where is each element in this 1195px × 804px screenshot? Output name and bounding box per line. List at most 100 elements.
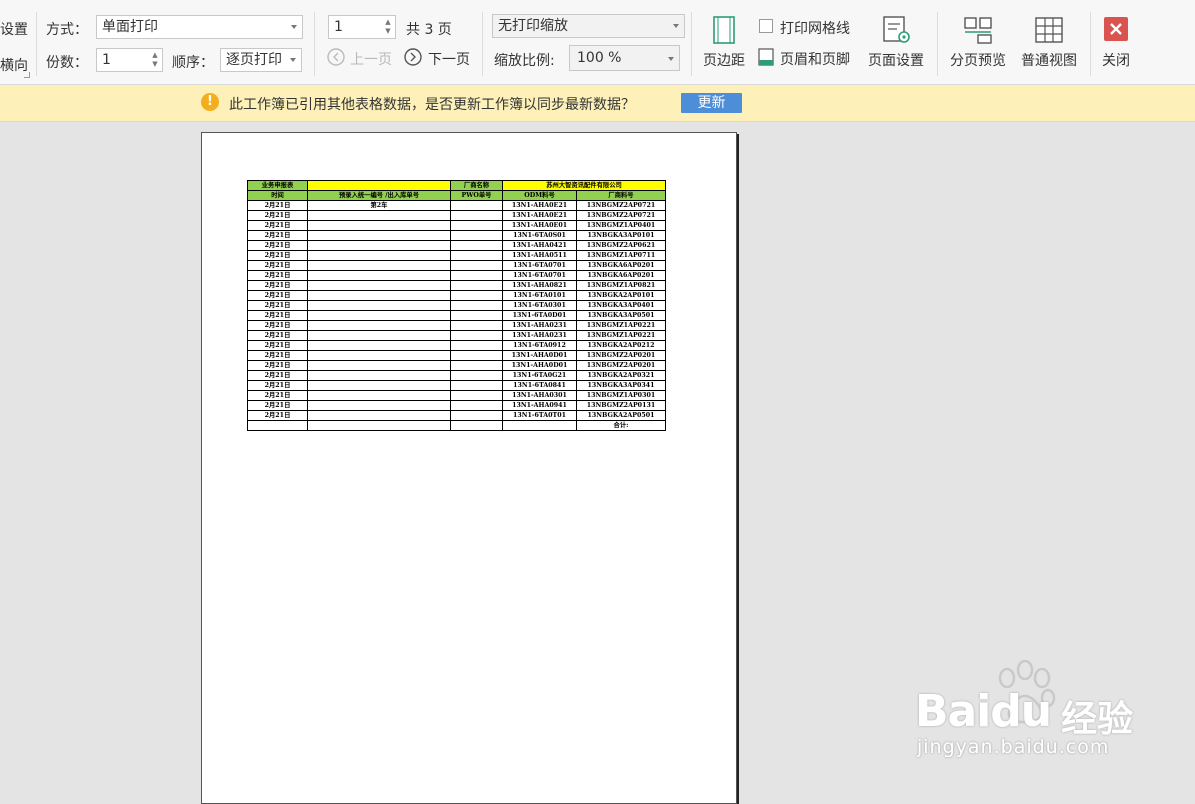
page-setup-icon (883, 16, 910, 43)
page-total: 共 3 页 (406, 22, 452, 38)
separator (1090, 12, 1091, 76)
prev-page-button[interactable]: 上一页 (327, 48, 402, 68)
pwo-cell (450, 270, 503, 281)
entry-number-cell (307, 210, 451, 221)
update-button[interactable]: 更新 (681, 93, 742, 113)
vendor-part-cell: 13NBGMZ2AP0201 (576, 360, 666, 371)
date-cell: 2月21日 (247, 260, 308, 271)
spinner-arrows-icon[interactable]: ▲ ▼ (383, 18, 393, 36)
date-cell: 2月21日 (247, 240, 308, 251)
pwo-cell (450, 290, 503, 301)
table-row: 2月21日 13N1-AHA0941 13NBGMZ2AP0131 (247, 400, 666, 411)
report-table: 业务申报表 厂商名称 苏州大智资讯配件有限公司 时间 预录入统一编号 /出入库单… (247, 180, 666, 431)
warning-icon: ! (201, 93, 219, 111)
print-order-select[interactable]: 逐页打印 (220, 48, 302, 72)
entry-number-cell (307, 290, 451, 301)
entry-number-cell (307, 300, 451, 311)
page-setup-button[interactable]: 页面设置 (864, 14, 928, 74)
table-row: 2月21日 13N1-AHA0301 13NBGMZ1AP0301 (247, 390, 666, 401)
watermark-service: 经验 (1061, 699, 1134, 740)
entry-number-cell (307, 310, 451, 321)
date-cell: 2月21日 (247, 390, 308, 401)
vendor-part-cell: 13NBGKA6AP0201 (576, 270, 666, 281)
print-gridlines-label: 打印网格线 (780, 21, 850, 37)
watermark-brand: Baidu (915, 686, 1052, 737)
entry-number-cell (307, 230, 451, 241)
pwo-cell (450, 230, 503, 241)
table-row: 2月21日 13N1-6TA0101 13NBGKA2AP0101 (247, 290, 666, 301)
separator (314, 12, 315, 76)
date-cell: 2月21日 (247, 360, 308, 371)
entry-number-cell (307, 260, 451, 271)
entry-number-cell (307, 360, 451, 371)
vendor-part-cell: 13NBGMZ2AP0721 (576, 200, 666, 211)
next-page-button[interactable]: 下一页 (404, 48, 479, 68)
table-row: 2月21日 13N1-AHA0421 13NBGMZ2AP0621 (247, 240, 666, 251)
date-cell: 2月21日 (247, 330, 308, 341)
grid-icon (1035, 17, 1063, 43)
vendor-part-cell: 13NBGMZ2AP0721 (576, 210, 666, 221)
margins-button[interactable]: 页边距 (700, 14, 748, 74)
odm-part-cell: 13N1-AHA0E21 (502, 200, 577, 211)
entry-number-cell (307, 410, 451, 421)
odm-part-cell: 13N1-AHA0511 (502, 250, 577, 261)
pwo-cell (450, 260, 503, 271)
copies-stepper[interactable]: 1 ▲ ▼ (96, 48, 163, 72)
table-row: 2月21日 13N1-6TA0S01 13NBGKA3AP0101 (247, 230, 666, 241)
vendor-part-cell: 13NBGMZ1AP0711 (576, 250, 666, 261)
vendor-part-cell: 13NBGMZ1AP0221 (576, 320, 666, 331)
odm-part-cell: 13N1-6TA0T01 (502, 410, 577, 421)
close-label: 关闭 (1102, 53, 1130, 69)
date-cell: 2月21日 (247, 410, 308, 421)
table-row: 2月21日 13N1-AHA0D01 13NBGMZ2AP0201 (247, 350, 666, 361)
scaling-select[interactable]: 无打印缩放 (492, 14, 685, 38)
page-number-stepper[interactable]: 1 ▲ ▼ (328, 15, 396, 39)
pwo-cell (450, 330, 503, 341)
odm-part-cell: 13N1-6TA0841 (502, 380, 577, 391)
copies-value: 1 (102, 52, 111, 68)
date-cell: 2月21日 (247, 210, 308, 221)
table-row: 2月21日 13N1-6TA0G21 13NBGKA2AP0321 (247, 370, 666, 381)
baidu-jingyan-watermark: Baidu 经验 jingyan.baidu.com (915, 660, 1155, 770)
print-order-value: 逐页打印 (226, 52, 282, 68)
chevron-down-icon (673, 24, 679, 28)
odm-part-cell: 13N1-6TA0101 (502, 290, 577, 301)
page-break-preview-button[interactable]: 分页预览 (946, 14, 1010, 74)
total-label-cell: 合计: (576, 420, 666, 431)
header-footer-button[interactable]: 页眉和页脚 (758, 48, 858, 68)
table-row: 2月21日 13N1-6TA0841 13NBGKA3AP0341 (247, 380, 666, 391)
table-row: 2月21日 13N1-6TA0912 13NBGKA2AP0212 (247, 340, 666, 351)
entry-number-cell (307, 370, 451, 381)
spinner-arrows-icon[interactable]: ▲ ▼ (150, 51, 160, 69)
settings-cut-label[interactable]: 设置 (0, 19, 28, 39)
close-preview-button[interactable]: 关闭 (1096, 14, 1136, 74)
entry-number-cell: 第2车 (307, 200, 451, 211)
zoom-select[interactable]: 100 % (569, 45, 680, 71)
table-row: 2月21日 13N1-AHA0821 13NBGMZ1AP0821 (247, 280, 666, 291)
vendor-part-cell: 13NBGKA3AP0401 (576, 300, 666, 311)
print-mode-value: 单面打印 (102, 19, 158, 35)
odm-part-cell: 13N1-6TA0G21 (502, 370, 577, 381)
date-cell: 2月21日 (247, 200, 308, 211)
normal-view-button[interactable]: 普通视图 (1017, 14, 1081, 74)
odm-part-cell: 13N1-6TA0S01 (502, 230, 577, 241)
vendor-part-cell: 13NBGMZ2AP0131 (576, 400, 666, 411)
margins-label: 页边距 (703, 53, 745, 69)
print-gridlines-checkbox[interactable]: 打印网格线 (759, 18, 859, 38)
zoom-value: 100 % (577, 50, 622, 66)
pwo-cell (450, 380, 503, 391)
entry-number-cell (307, 350, 451, 361)
column-header: 预录入统一编号 /出入库单号 (307, 190, 451, 201)
date-cell: 2月21日 (247, 310, 308, 321)
notice-text: 此工作簿已引用其他表格数据，是否更新工作簿以同步最新数据？ (229, 97, 635, 113)
print-mode-select[interactable]: 单面打印 (96, 15, 303, 39)
empty-cell (247, 420, 308, 431)
checkbox-icon (759, 19, 773, 33)
vendor-part-cell: 13NBGKA6AP0201 (576, 260, 666, 271)
column-header: 厂商料号 (576, 190, 666, 201)
group-launcher-icon[interactable] (24, 72, 30, 78)
page-break-icon (964, 17, 992, 44)
pwo-cell (450, 320, 503, 331)
vendor-name-cell: 苏州大智资讯配件有限公司 (502, 180, 666, 191)
entry-number-cell (307, 380, 451, 391)
